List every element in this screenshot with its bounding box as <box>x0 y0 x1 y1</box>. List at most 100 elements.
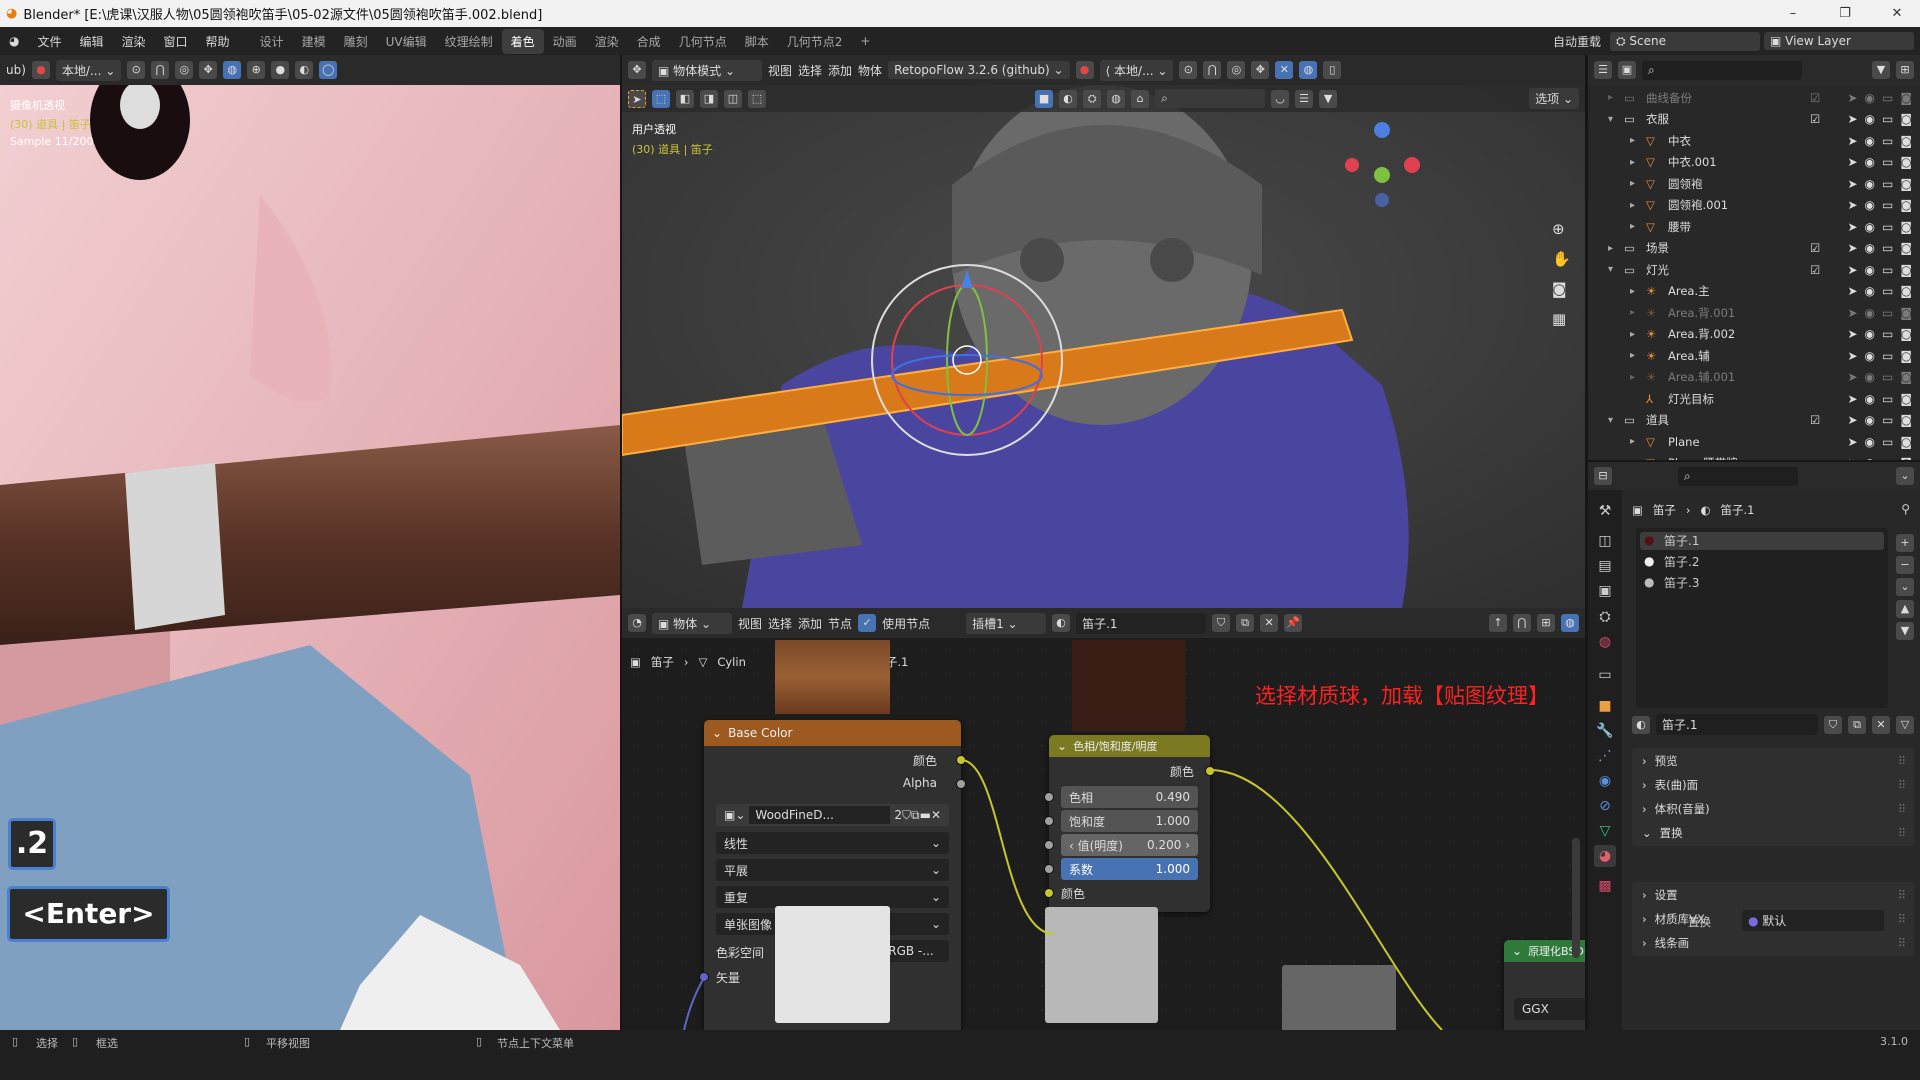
expand-right-icon[interactable]: ▸ <box>1630 372 1635 383</box>
particles-tab-icon[interactable]: ⋰ <box>1594 745 1616 767</box>
editor-type-icon[interactable]: ✥ <box>628 61 646 79</box>
slot-specials-icon[interactable]: ⌄ <box>1896 578 1914 596</box>
snap-icon[interactable]: ⋂ <box>151 61 170 79</box>
panel-header[interactable]: › 预览 ⠿ <box>1632 748 1914 774</box>
material-icon[interactable]: ◐ <box>1052 614 1071 632</box>
render-camera-icon[interactable]: ◙ <box>1900 241 1912 255</box>
world-tab-icon[interactable]: ◍ <box>1594 631 1616 653</box>
display-mode-icon[interactable]: ☰ <box>1594 61 1612 79</box>
rendered-camera-viewport[interactable]: 摄像机透视 (30) 道具 | 笛子 Sample 11/200 .2 <Ent… <box>0 85 620 1030</box>
overlay-icon[interactable]: ◍ <box>223 61 242 79</box>
material-tab-icon[interactable]: ◕ <box>1594 845 1616 867</box>
viewport-display-icon[interactable]: ▭ <box>1882 284 1893 298</box>
move-down-icon[interactable]: ▼ <box>1896 622 1914 640</box>
viewport-display-icon[interactable]: ▭ <box>1882 349 1893 363</box>
ortho-grid-icon[interactable]: ▦ <box>1552 310 1571 328</box>
expand-right-icon[interactable]: ▸ <box>1630 221 1635 232</box>
expand-down-icon[interactable]: ▾ <box>1608 114 1613 125</box>
render-camera-icon[interactable]: ◙ <box>1900 198 1912 212</box>
menu-view[interactable]: 视图 <box>768 62 792 79</box>
fake-user-icon[interactable]: ⛉ <box>1212 614 1231 632</box>
expand-down-icon[interactable]: ▾ <box>1608 415 1613 426</box>
viewport-display-icon[interactable]: ▭ <box>1882 435 1893 449</box>
object-tab-icon[interactable]: ■ <box>1594 695 1616 717</box>
tab-geometry-nodes-2[interactable]: 几何节点2 <box>778 29 852 54</box>
menu-window[interactable]: 窗口 <box>155 33 197 50</box>
nav-gizmo-neg-x[interactable] <box>1345 158 1359 172</box>
render-camera-icon[interactable]: ◙ <box>1900 284 1912 298</box>
nav-gizmo-z[interactable] <box>1374 122 1390 138</box>
viewport-display-icon[interactable]: ▭ <box>1882 177 1893 191</box>
tab-compositing[interactable]: 合成 <box>628 29 670 54</box>
zoom-icon[interactable]: ⊕ <box>1552 220 1571 238</box>
menu-edit[interactable]: 编辑 <box>71 33 113 50</box>
material-slot-list[interactable]: 笛子.1 ● 笛子.2 ● 笛子.3 ● <box>1636 528 1888 708</box>
material-shading-icon[interactable]: ◐ <box>295 61 314 79</box>
expand-right-icon[interactable]: ▸ <box>1630 436 1635 447</box>
pivot-icon[interactable]: ⊙ <box>1179 61 1198 79</box>
selectable-icon[interactable]: ➤ <box>1847 370 1857 384</box>
drag-handle-icon[interactable]: ⠿ <box>1898 888 1906 902</box>
selectable-icon[interactable]: ➤ <box>1847 327 1857 341</box>
panel-header[interactable]: ⌄ 置换 ⠿ <box>1632 820 1914 846</box>
menu-object[interactable]: 物体 <box>858 62 882 79</box>
selectable-icon[interactable]: ➤ <box>1847 220 1857 234</box>
properties-search[interactable]: ⌕ <box>1678 466 1798 486</box>
selectable-icon[interactable]: ➤ <box>1847 198 1857 212</box>
outliner-row[interactable]: ▾ ▭ 道具 ☑ ➤ ◉ ▭ ◙ <box>1588 410 1920 431</box>
select-tool-icon[interactable]: ➤ <box>628 89 646 108</box>
overlay-icon[interactable]: ◍ <box>1299 61 1318 79</box>
eye-icon[interactable]: ◉ <box>1865 284 1875 298</box>
outliner-row[interactable]: ▸ ▭ 曲线备份 ☑ ➤ ◉ ▭ ◙ <box>1588 87 1920 108</box>
menu-add[interactable]: 添加 <box>798 615 822 632</box>
filter-object-icon[interactable]: ■ <box>1035 89 1054 108</box>
tab-animation[interactable]: 动画 <box>544 29 586 54</box>
tab-shading[interactable]: 着色 <box>501 28 544 54</box>
blender-menu-icon[interactable]: ◕ <box>0 34 28 48</box>
filter-icon[interactable]: ▼ <box>1319 89 1338 108</box>
outliner-row[interactable]: ▸ ▽ 腰带 ➤ ◉ ▭ ◙ <box>1588 216 1920 237</box>
eye-icon[interactable]: ◉ <box>1865 112 1875 126</box>
outliner-row[interactable]: ▸ ▭ 场景 ☑ ➤ ◉ ▭ ◙ <box>1588 238 1920 259</box>
new-collection-icon[interactable]: ⊞ <box>1896 61 1914 79</box>
drag-handle-icon[interactable]: ⠿ <box>1898 778 1906 792</box>
fake-user-icon[interactable]: ⛉ <box>1824 715 1842 734</box>
viewport-display-icon[interactable]: ▭ <box>1882 392 1893 406</box>
drag-handle-icon[interactable]: ⠿ <box>1898 936 1906 950</box>
select-new-icon[interactable]: ⬚ <box>652 89 670 108</box>
viewport-display-icon[interactable]: ▭ <box>1882 456 1893 460</box>
select-intersect-icon[interactable]: ⬚ <box>748 89 766 108</box>
tab-sculpting[interactable]: 雕刻 <box>335 29 377 54</box>
filter-world-icon[interactable]: ◍ <box>1107 89 1126 108</box>
render-camera-icon[interactable]: ◙ <box>1900 435 1912 449</box>
panel-header[interactable]: › 线条画 ⠿ <box>1632 930 1914 956</box>
material-browse-icon[interactable]: ◐ <box>1632 715 1650 734</box>
exclude-checkbox[interactable]: ☑ <box>1810 91 1820 105</box>
selectable-icon[interactable]: ➤ <box>1847 284 1857 298</box>
add-workspace-button[interactable]: + <box>851 30 879 52</box>
expand-right-icon[interactable]: ▸ <box>1630 178 1635 189</box>
selectable-icon[interactable]: ➤ <box>1847 134 1857 148</box>
outliner-search[interactable]: ⌕ <box>1642 60 1802 80</box>
auto-reload-button[interactable]: 自动重载 <box>1544 33 1610 50</box>
render-tab-icon[interactable]: ◫ <box>1594 530 1616 552</box>
viewport-display-icon[interactable]: ▭ <box>1882 241 1893 255</box>
pan-hand-icon[interactable]: ✋ <box>1552 250 1571 268</box>
eye-icon[interactable]: ◉ <box>1865 177 1875 191</box>
expand-right-icon[interactable]: ▸ <box>1630 286 1635 297</box>
viewport-display-icon[interactable]: ▭ <box>1882 306 1893 320</box>
snap-icon[interactable]: ⋂ <box>1513 614 1531 632</box>
render-camera-icon[interactable]: ◙ <box>1900 220 1912 234</box>
outliner-row[interactable]: ▸ ▽ Plane.腰带牌 ➤ ◉ ▭ ◙ <box>1588 453 1920 460</box>
pivot-icon[interactable]: ⊙ <box>127 61 146 79</box>
menu-select[interactable]: 选择 <box>798 62 822 79</box>
outliner-row[interactable]: ▸ ▽ 中衣.001 ➤ ◉ ▭ ◙ <box>1588 152 1920 173</box>
duplicate-icon[interactable]: ⧉ <box>1848 715 1866 734</box>
drag-handle-icon[interactable]: ⠿ <box>1898 912 1906 926</box>
snap-icon[interactable]: ⋂ <box>1203 61 1222 79</box>
mode-selector[interactable]: ▣ 物体模式 ⌄ <box>652 59 762 81</box>
texture-tab-icon[interactable]: ▩ <box>1594 875 1616 897</box>
scene-selector[interactable]: ⛭ Scene <box>1610 31 1760 51</box>
selectable-icon[interactable]: ➤ <box>1847 263 1857 277</box>
gizmo-icon[interactable]: ✥ <box>1251 61 1270 79</box>
